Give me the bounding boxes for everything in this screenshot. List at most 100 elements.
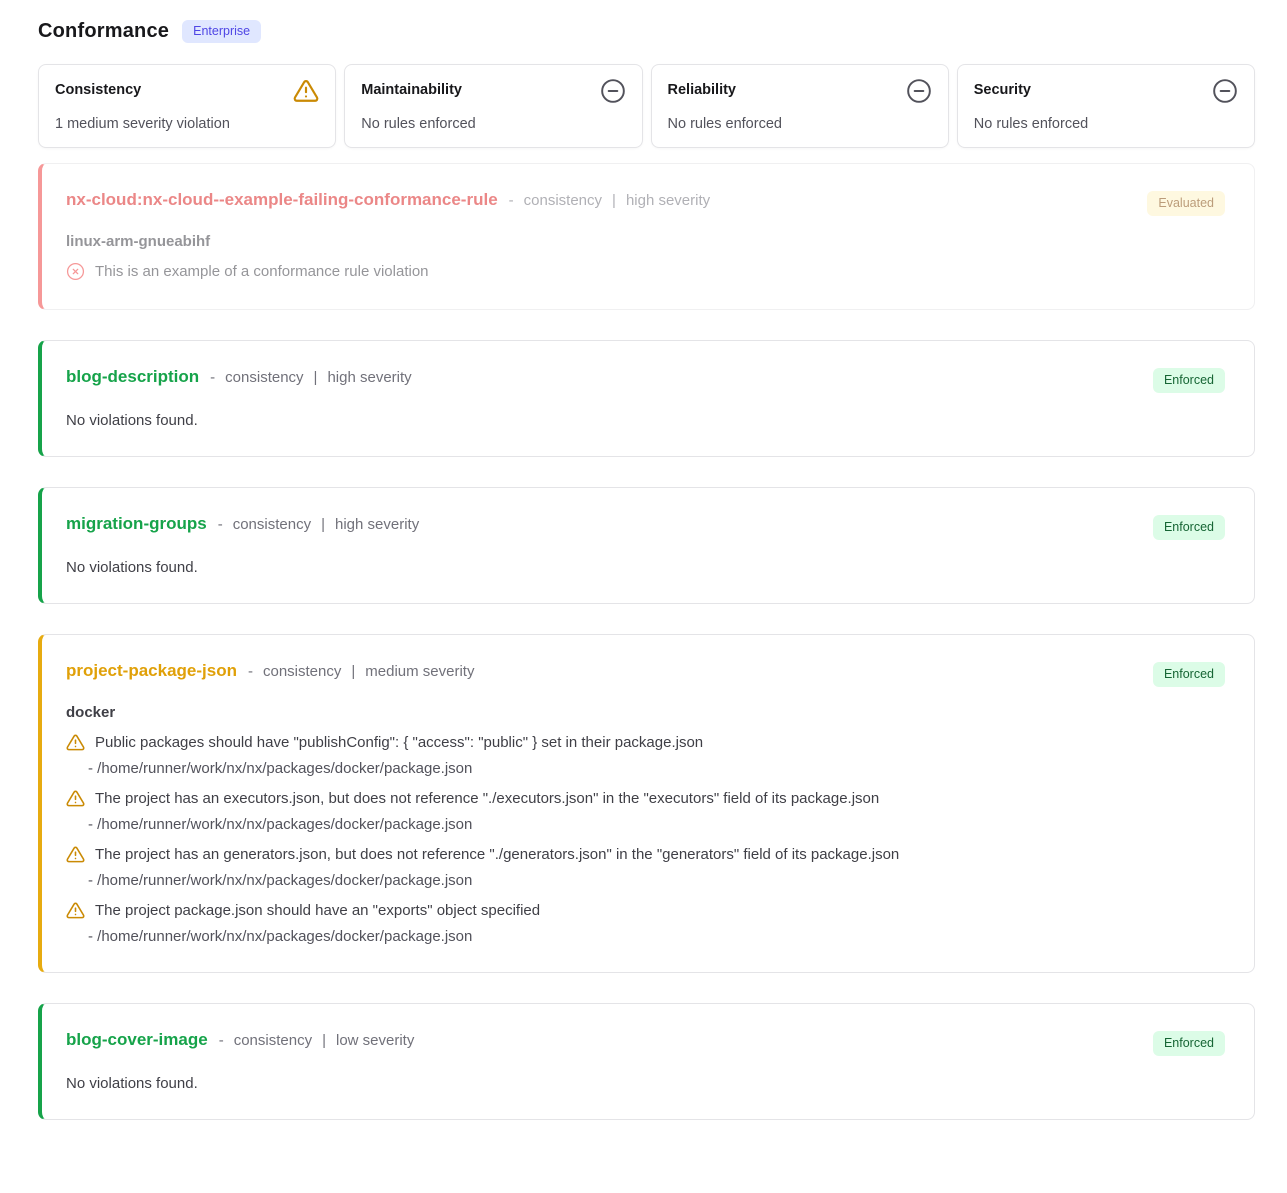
summary-card-title: Reliability — [668, 78, 737, 98]
violation-path: - /home/runner/work/nx/nx/packages/docke… — [88, 872, 1225, 889]
meta-pipe-separator: | — [321, 516, 325, 533]
violation-row: Public packages should have "publishConf… — [66, 732, 1225, 777]
project-name: docker — [66, 704, 1225, 721]
violation-message: The project package.json should have an … — [95, 900, 1225, 921]
summary-card-title: Maintainability — [361, 78, 462, 98]
rule-meta: - consistency | high severity — [210, 369, 412, 386]
rule-severity: high severity — [335, 516, 419, 533]
rule-header: project-package-json - consistency | med… — [66, 661, 1225, 687]
minus-circle-icon — [600, 78, 626, 104]
rule-meta: - consistency | medium severity — [248, 663, 474, 680]
meta-pipe-separator: | — [612, 192, 616, 209]
warning-triangle-icon — [293, 78, 319, 104]
violation-message: The project has an executors.json, but d… — [95, 788, 1225, 809]
rule-severity: medium severity — [365, 663, 474, 680]
summary-card-top: Maintainability — [361, 78, 625, 104]
no-violations-text: No violations found. — [66, 1075, 1225, 1092]
rule-name-link[interactable]: project-package-json — [66, 661, 237, 681]
status-badge: Enforced — [1153, 662, 1225, 687]
meta-dash-separator: - — [210, 369, 215, 386]
rule-name-link[interactable]: blog-cover-image — [66, 1030, 208, 1050]
rule-header: migration-groups - consistency | high se… — [66, 514, 1225, 540]
violation-row: The project has an generators.json, but … — [66, 844, 1225, 889]
summary-card-status: No rules enforced — [361, 116, 625, 132]
rule-meta: - consistency | high severity — [509, 192, 711, 209]
summary-row: Consistency 1 medium severity violation … — [38, 64, 1255, 148]
summary-card: Reliability No rules enforced — [651, 64, 949, 148]
status-badge: Enforced — [1153, 515, 1225, 540]
rule-card: blog-cover-image - consistency | low sev… — [38, 1003, 1255, 1120]
rule-title-row: blog-description - consistency | high se… — [66, 367, 412, 387]
violation-path: - /home/runner/work/nx/nx/packages/docke… — [88, 760, 1225, 777]
status-badge: Evaluated — [1147, 191, 1225, 216]
conformance-page: Conformance Enterprise Consistency 1 med… — [38, 0, 1255, 1156]
summary-card: Security No rules enforced — [957, 64, 1255, 148]
meta-dash-separator: - — [218, 516, 223, 533]
summary-card-status: No rules enforced — [974, 116, 1238, 132]
meta-dash-separator: - — [509, 192, 514, 209]
rule-name-link[interactable]: migration-groups — [66, 514, 207, 534]
rule-severity: high severity — [626, 192, 710, 209]
meta-dash-separator: - — [219, 1032, 224, 1049]
rule-card: nx-cloud:nx-cloud--example-failing-confo… — [38, 163, 1255, 310]
project-name: linux-arm-gnueabihf — [66, 233, 1225, 250]
rules-list: nx-cloud:nx-cloud--example-failing-confo… — [38, 163, 1255, 1120]
violation-row: The project has an executors.json, but d… — [66, 788, 1225, 833]
violation-row: The project package.json should have an … — [66, 900, 1225, 945]
summary-card-title: Security — [974, 78, 1031, 98]
rule-category: consistency — [524, 192, 602, 209]
minus-circle-icon — [906, 78, 932, 104]
violation-path: - /home/runner/work/nx/nx/packages/docke… — [88, 928, 1225, 945]
violations-list: Public packages should have "publishConf… — [66, 732, 1225, 945]
x-circle-icon — [66, 262, 85, 281]
meta-pipe-separator: | — [314, 369, 318, 386]
violation-path: - /home/runner/work/nx/nx/packages/docke… — [88, 816, 1225, 833]
summary-card-top: Reliability — [668, 78, 932, 104]
rule-card: blog-description - consistency | high se… — [38, 340, 1255, 457]
rule-title-row: project-package-json - consistency | med… — [66, 661, 474, 681]
rule-category: consistency — [234, 1032, 312, 1049]
status-badge: Enforced — [1153, 368, 1225, 393]
warning-triangle-icon — [66, 733, 85, 752]
summary-card-top: Consistency — [55, 78, 319, 104]
page-title: Conformance — [38, 20, 169, 43]
rule-name-link[interactable]: nx-cloud:nx-cloud--example-failing-confo… — [66, 190, 498, 210]
no-violations-text: No violations found. — [66, 559, 1225, 576]
summary-card-title: Consistency — [55, 78, 141, 98]
rule-severity: high severity — [327, 369, 411, 386]
rule-severity: low severity — [336, 1032, 414, 1049]
warning-triangle-icon — [66, 901, 85, 920]
warning-triangle-icon — [66, 845, 85, 864]
rule-category: consistency — [233, 516, 311, 533]
warning-triangle-icon — [66, 789, 85, 808]
meta-pipe-separator: | — [322, 1032, 326, 1049]
minus-circle-icon — [1212, 78, 1238, 104]
rule-name-link[interactable]: blog-description — [66, 367, 199, 387]
enterprise-plan-badge: Enterprise — [182, 20, 261, 43]
page-header: Conformance Enterprise — [38, 20, 1255, 43]
meta-pipe-separator: | — [351, 663, 355, 680]
no-violations-text: No violations found. — [66, 412, 1225, 429]
rule-title-row: blog-cover-image - consistency | low sev… — [66, 1030, 414, 1050]
summary-card: Consistency 1 medium severity violation — [38, 64, 336, 148]
violations-list: This is an example of a conformance rule… — [66, 261, 1225, 282]
rule-header: blog-cover-image - consistency | low sev… — [66, 1030, 1225, 1056]
rule-category: consistency — [225, 369, 303, 386]
rule-header: nx-cloud:nx-cloud--example-failing-confo… — [66, 190, 1225, 216]
violation-message: The project has an generators.json, but … — [95, 844, 1225, 865]
rule-card: migration-groups - consistency | high se… — [38, 487, 1255, 604]
status-badge: Enforced — [1153, 1031, 1225, 1056]
summary-card-status: 1 medium severity violation — [55, 116, 319, 132]
rule-title-row: nx-cloud:nx-cloud--example-failing-confo… — [66, 190, 710, 210]
summary-card: Maintainability No rules enforced — [344, 64, 642, 148]
violation-row: This is an example of a conformance rule… — [66, 261, 1225, 282]
rule-header: blog-description - consistency | high se… — [66, 367, 1225, 393]
violation-message: Public packages should have "publishConf… — [95, 732, 1225, 753]
summary-card-top: Security — [974, 78, 1238, 104]
meta-dash-separator: - — [248, 663, 253, 680]
rule-card: project-package-json - consistency | med… — [38, 634, 1255, 973]
summary-card-status: No rules enforced — [668, 116, 932, 132]
violation-message: This is an example of a conformance rule… — [95, 261, 1225, 282]
rule-meta: - consistency | low severity — [219, 1032, 415, 1049]
rule-title-row: migration-groups - consistency | high se… — [66, 514, 419, 534]
